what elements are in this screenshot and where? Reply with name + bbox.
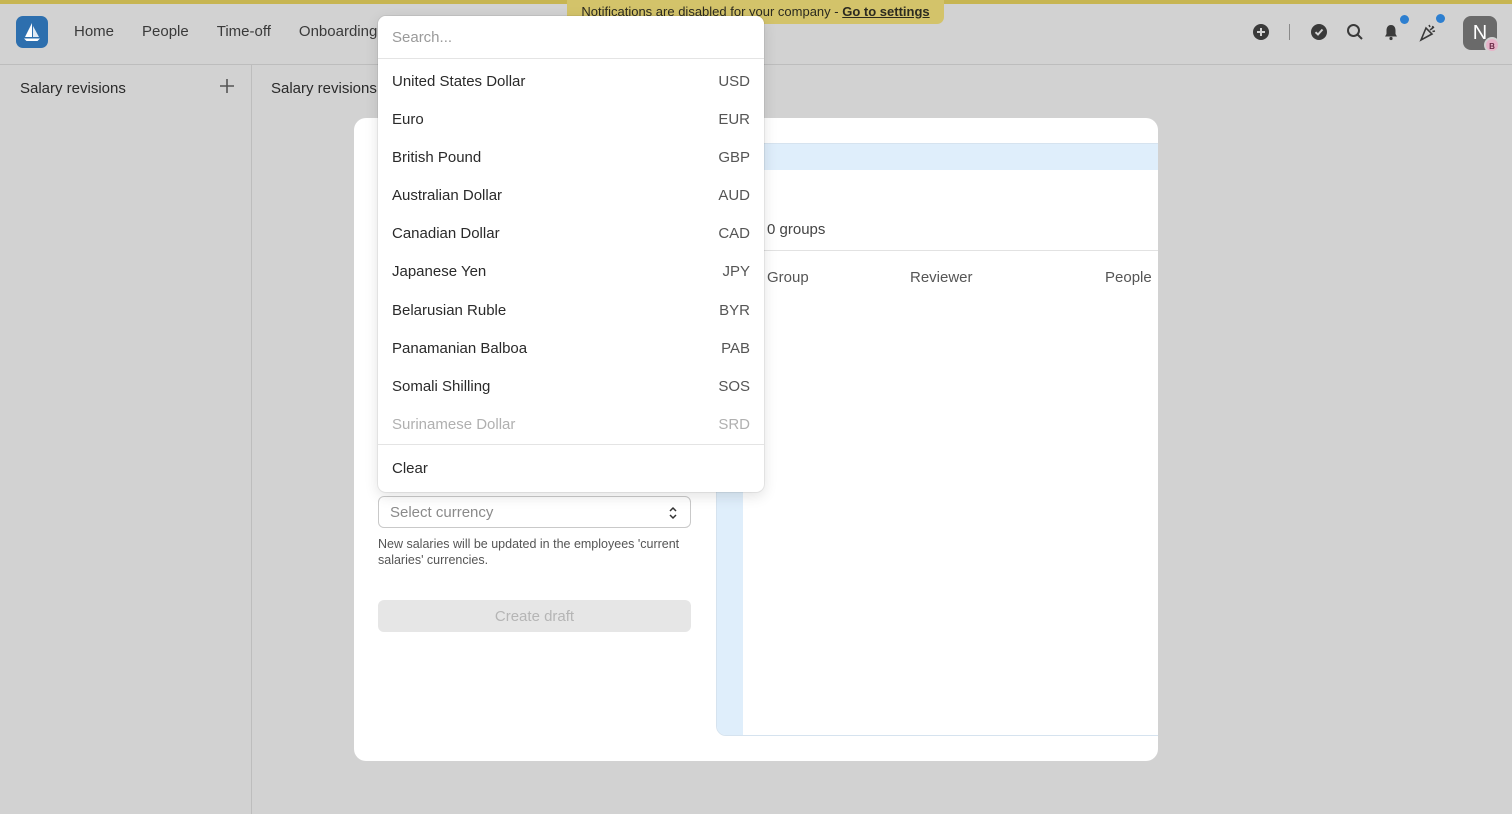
column-header-reviewer: Reviewer — [910, 269, 973, 286]
user-avatar[interactable]: N B — [1463, 16, 1500, 53]
currency-option[interactable]: Belarusian Ruble BYR — [378, 292, 764, 330]
currency-code: BYR — [719, 301, 750, 319]
currency-code: SRD — [718, 415, 750, 433]
currency-name: Japanese Yen — [392, 263, 487, 281]
groups-count: 0 groups — [767, 221, 826, 238]
celebration-icon[interactable] — [1417, 21, 1439, 43]
currency-code: GBP — [718, 149, 750, 167]
currency-name: British Pound — [392, 149, 482, 167]
currency-code: PAB — [721, 339, 750, 357]
currency-code: AUD — [718, 187, 750, 205]
sidebar-title: Salary revisions — [20, 80, 126, 97]
currency-select[interactable]: Select currency — [378, 496, 691, 528]
currency-helper-text: New salaries will be updated in the empl… — [378, 537, 680, 567]
nav-item-onboarding[interactable]: Onboarding — [299, 22, 377, 42]
app-logo[interactable] — [16, 16, 48, 48]
currency-code: CAD — [718, 225, 750, 243]
notification-dot — [1400, 15, 1409, 24]
currency-option-list: United States Dollar USD Euro EUR Britis… — [378, 63, 764, 444]
currency-name: Belarusian Ruble — [392, 301, 507, 319]
nav-item-people[interactable]: People — [142, 22, 189, 42]
panel-header-band — [743, 144, 1158, 170]
toolbar-divider — [1289, 24, 1290, 40]
currency-option[interactable]: Euro EUR — [378, 101, 764, 139]
currency-code: EUR — [718, 111, 750, 129]
nav-item-time-off[interactable]: Time-off — [217, 22, 271, 42]
currency-name: United States Dollar — [392, 73, 526, 90]
check-circle-icon[interactable] — [1308, 21, 1330, 43]
page-title: Salary revisions — [271, 80, 377, 97]
currency-name: Australian Dollar — [392, 187, 503, 205]
bell-icon[interactable] — [1380, 21, 1402, 43]
add-circle-icon[interactable] — [1250, 21, 1272, 43]
currency-option[interactable]: Australian Dollar AUD — [378, 177, 764, 215]
currency-name: Euro — [392, 111, 424, 129]
currency-code: JPY — [722, 263, 750, 281]
go-to-settings-link[interactable]: Go to settings — [842, 4, 929, 19]
sailboat-icon — [24, 23, 40, 41]
currency-option[interactable]: Somali Shilling SOS — [378, 368, 764, 406]
currency-code: USD — [718, 73, 750, 90]
clear-selection-button[interactable]: Clear — [392, 460, 428, 477]
create-draft-button[interactable]: Create draft — [378, 600, 691, 632]
plus-icon — [220, 79, 234, 93]
currency-name: Surinamese Dollar — [392, 415, 516, 433]
currency-option[interactable]: Japanese Yen JPY — [378, 253, 764, 291]
chevron-up-down-icon — [669, 506, 677, 520]
column-header-group: Group — [767, 269, 809, 286]
currency-select-placeholder: Select currency — [390, 504, 494, 521]
search-icon[interactable] — [1344, 21, 1366, 43]
currency-option[interactable]: British Pound GBP — [378, 139, 764, 177]
main-nav: Home People Time-off Onboarding — [74, 22, 405, 42]
dropdown-divider — [378, 444, 764, 445]
currency-search-input[interactable] — [378, 16, 764, 59]
currency-dropdown: United States Dollar USD Euro EUR Britis… — [378, 16, 764, 492]
currency-option[interactable]: Panamanian Balboa PAB — [378, 330, 764, 368]
sidebar: Salary revisions — [0, 65, 252, 814]
currency-name: Panamanian Balboa — [392, 339, 528, 357]
add-revision-button[interactable] — [218, 77, 236, 95]
column-header-people: People — [1105, 269, 1152, 286]
currency-name: Somali Shilling — [392, 377, 491, 395]
divider — [743, 250, 1158, 251]
avatar-badge: B — [1484, 37, 1500, 53]
currency-name: Canadian Dollar — [392, 225, 500, 243]
groups-panel: 0 groups Group Reviewer People — [716, 143, 1158, 736]
notification-dot — [1436, 14, 1445, 23]
currency-option[interactable]: Canadian Dollar CAD — [378, 215, 764, 253]
currency-code: SOS — [718, 377, 750, 395]
nav-item-home[interactable]: Home — [74, 22, 114, 42]
currency-option[interactable]: United States Dollar USD — [378, 63, 764, 101]
currency-option[interactable]: Surinamese Dollar SRD — [378, 406, 764, 444]
